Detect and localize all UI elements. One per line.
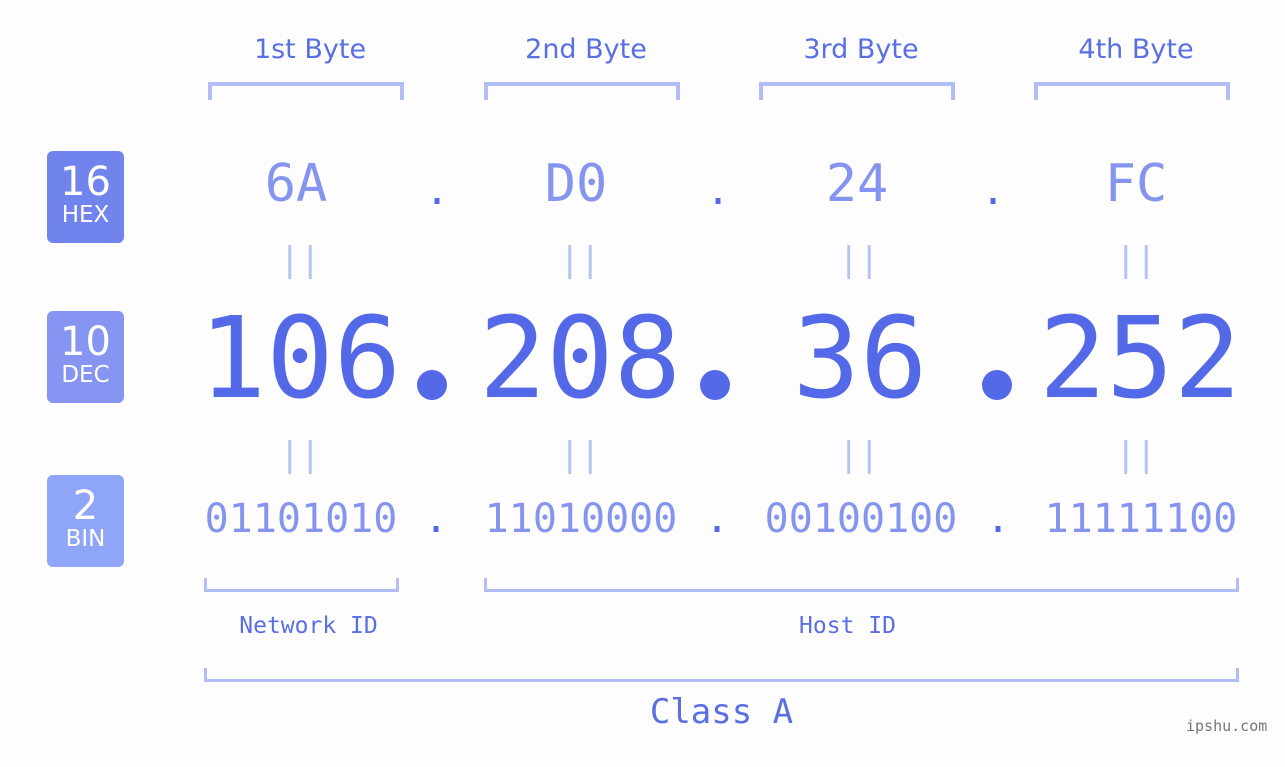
bin-badge-base: 2 <box>72 483 99 529</box>
dec-byte-4: 252 <box>1038 294 1242 424</box>
dec-badge-label: DEC <box>61 362 110 388</box>
bin-byte-3: 00100100 <box>764 496 958 542</box>
network-id-bracket <box>204 578 399 592</box>
byte-header-2: 2nd Byte <box>525 34 647 65</box>
bin-byte-1: 01101010 <box>204 496 398 542</box>
bin-separator: . <box>424 496 449 542</box>
dec-byte-3: 36 <box>792 294 928 424</box>
dec-badge-base: 10 <box>60 319 111 365</box>
byte-bracket-3 <box>759 82 955 100</box>
network-id-label: Network ID <box>239 613 378 639</box>
equals-sign: || <box>279 240 321 280</box>
equals-sign: || <box>1115 435 1157 475</box>
byte-header-3: 3rd Byte <box>803 34 919 65</box>
bin-byte-4: 11111100 <box>1044 496 1238 542</box>
hex-separator: . <box>981 168 1006 214</box>
bin-separator: . <box>986 496 1011 542</box>
hex-separator: . <box>425 168 450 214</box>
hex-separator: . <box>706 168 731 214</box>
hex-badge: 16 HEX <box>47 151 124 243</box>
byte-header-4: 4th Byte <box>1078 34 1194 65</box>
watermark: ipshu.com <box>1186 717 1268 735</box>
hex-badge-base: 16 <box>60 159 111 205</box>
equals-sign: || <box>279 435 321 475</box>
host-id-label: Host ID <box>799 613 896 639</box>
equals-sign: || <box>559 240 601 280</box>
byte-bracket-1 <box>208 82 404 100</box>
host-id-bracket <box>484 578 1239 592</box>
bin-badge: 2 BIN <box>47 475 124 567</box>
hex-byte-4: FC <box>1104 154 1168 214</box>
bin-byte-2: 11010000 <box>484 496 678 542</box>
dec-separator-dot <box>700 370 730 400</box>
class-label: Class A <box>649 692 794 732</box>
equals-sign: || <box>1115 240 1157 280</box>
dec-byte-2: 208 <box>478 294 682 424</box>
bin-badge-label: BIN <box>65 526 106 552</box>
class-bracket <box>204 668 1239 682</box>
dec-byte-1: 106 <box>198 294 402 424</box>
hex-byte-1: 6A <box>264 154 328 214</box>
hex-badge-label: HEX <box>61 202 110 228</box>
bin-separator: . <box>705 496 730 542</box>
byte-bracket-4 <box>1034 82 1230 100</box>
byte-header-1: 1st Byte <box>253 34 367 65</box>
equals-sign: || <box>559 435 601 475</box>
dec-badge: 10 DEC <box>47 311 124 403</box>
equals-sign: || <box>838 240 880 280</box>
dec-separator-dot <box>417 370 447 400</box>
hex-byte-2: D0 <box>544 154 608 214</box>
dec-separator-dot <box>982 370 1012 400</box>
equals-sign: || <box>838 435 880 475</box>
byte-bracket-2 <box>484 82 680 100</box>
hex-byte-3: 24 <box>825 154 889 214</box>
